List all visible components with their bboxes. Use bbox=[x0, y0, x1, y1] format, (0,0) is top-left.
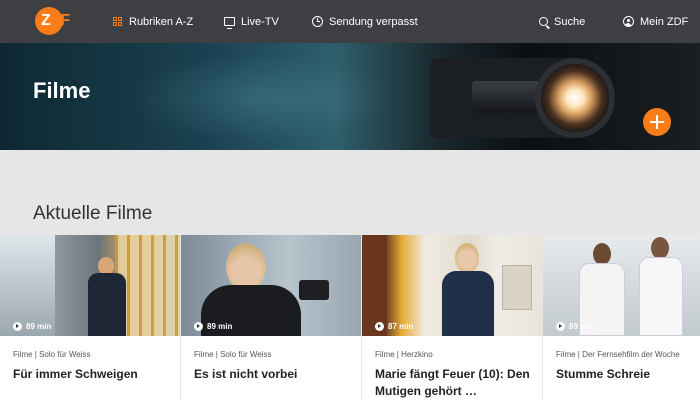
shelf bbox=[502, 265, 532, 310]
movie-card[interactable]: 89 min Filme | Solo für Weiss Es ist nic… bbox=[181, 235, 361, 400]
figure-head bbox=[226, 243, 266, 291]
figure-head bbox=[593, 243, 611, 265]
grid-icon bbox=[113, 16, 123, 27]
card-title: Stumme Schreie bbox=[556, 367, 651, 381]
movie-card[interactable]: 89 min Filme | Der Fernsehfilm der Woche… bbox=[543, 235, 700, 400]
nav-mein-zdf[interactable]: Mein ZDF bbox=[623, 0, 688, 43]
nav-sendung-verpasst-label: Sendung verpasst bbox=[329, 15, 418, 28]
building-wall bbox=[0, 235, 55, 336]
play-icon bbox=[556, 322, 565, 331]
movie-thumbnail bbox=[362, 235, 542, 336]
duration-badge: 89 min bbox=[194, 322, 232, 331]
duration-badge: 89 min bbox=[556, 322, 594, 331]
movie-thumbnail bbox=[181, 235, 361, 336]
nav-live-tv-label: Live-TV bbox=[241, 15, 279, 28]
movie-thumbnail bbox=[0, 235, 180, 336]
tv-icon bbox=[224, 17, 235, 29]
projector-lens bbox=[535, 58, 615, 138]
user-icon bbox=[623, 16, 634, 27]
play-icon bbox=[375, 322, 384, 331]
card-category: Filme | Der Fernsehfilm der Woche bbox=[556, 350, 680, 359]
left-frame bbox=[362, 235, 387, 336]
nav-rubriken[interactable]: Rubriken A-Z bbox=[113, 0, 193, 43]
section-title: Aktuelle Filme bbox=[33, 203, 153, 224]
play-icon bbox=[13, 322, 22, 331]
duration-label: 89 min bbox=[569, 322, 595, 331]
top-navigation: ZDF Rubriken A-Z Live-TV Sendung verpass… bbox=[0, 0, 700, 43]
figure-body bbox=[639, 257, 683, 336]
nav-rubriken-label: Rubriken A-Z bbox=[129, 15, 194, 28]
nav-search[interactable]: Suche bbox=[539, 0, 585, 43]
logo-text: ZDF bbox=[41, 12, 70, 29]
duration-label: 89 min bbox=[207, 322, 233, 331]
clock-icon bbox=[312, 16, 323, 27]
card-category: Filme | Herzkino bbox=[375, 350, 433, 359]
hero-banner: Filme bbox=[0, 43, 700, 150]
search-icon bbox=[539, 17, 548, 26]
nav-sendung-verpasst[interactable]: Sendung verpasst bbox=[312, 0, 418, 43]
nav-mein-zdf-label: Mein ZDF bbox=[640, 15, 689, 28]
duration-label: 87 min bbox=[388, 322, 414, 331]
nav-search-label: Suche bbox=[554, 15, 586, 28]
card-title: Es ist nicht vorbei bbox=[194, 367, 298, 381]
add-button[interactable] bbox=[643, 108, 671, 136]
duration-label: 89 min bbox=[26, 322, 52, 331]
movie-thumbnail bbox=[543, 235, 700, 336]
play-icon bbox=[194, 322, 203, 331]
duration-badge: 87 min bbox=[375, 322, 413, 331]
projector-cylinder bbox=[472, 81, 542, 113]
card-title: Marie fängt Feuer (10): Den Mutigen gehö… bbox=[375, 367, 530, 398]
figure-body bbox=[88, 273, 126, 336]
movie-card[interactable]: 89 min Filme | Solo für Weiss Für immer … bbox=[0, 235, 180, 400]
card-category: Filme | Solo für Weiss bbox=[13, 350, 91, 359]
duration-badge: 89 min bbox=[13, 322, 51, 331]
nav-live-tv[interactable]: Live-TV bbox=[224, 0, 279, 43]
card-title: Für immer Schweigen bbox=[13, 367, 138, 381]
movie-card[interactable]: 87 min Filme | Herzkino Marie fängt Feue… bbox=[362, 235, 542, 400]
figure-body bbox=[442, 271, 494, 336]
figure-head bbox=[455, 243, 479, 273]
figure-head bbox=[651, 237, 669, 259]
movie-list: 89 min Filme | Solo für Weiss Für immer … bbox=[0, 235, 700, 400]
pistol-shape bbox=[299, 280, 329, 300]
hero-glow bbox=[130, 53, 390, 143]
card-category: Filme | Solo für Weiss bbox=[194, 350, 272, 359]
page-title: Filme bbox=[33, 78, 91, 103]
